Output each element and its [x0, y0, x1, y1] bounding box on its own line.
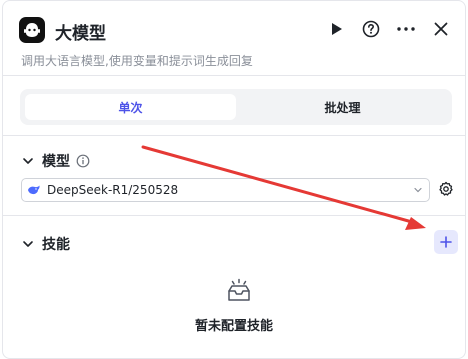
info-icon[interactable] [76, 154, 90, 168]
help-icon[interactable] [359, 17, 383, 41]
chevron-down-icon[interactable] [21, 154, 35, 168]
model-select[interactable]: DeepSeek-R1/250528 [21, 178, 430, 202]
deepseek-whale-icon [28, 185, 40, 195]
tab-single[interactable]: 单次 [25, 94, 236, 120]
skills-section-header[interactable]: 技能 [21, 234, 70, 254]
chevron-down-icon[interactable] [21, 237, 35, 251]
panel-header: 大模型 [3, 1, 465, 51]
mode-tabs: 单次 批处理 [20, 89, 452, 125]
robot-logo-icon [19, 17, 45, 43]
add-skill-button[interactable] [434, 230, 458, 254]
model-section-title: 模型 [42, 154, 70, 170]
empty-skills-text: 暂未配置技能 [194, 319, 273, 334]
model-select-value: DeepSeek-R1/250528 [47, 183, 179, 197]
chevron-down-icon [414, 187, 422, 193]
empty-inbox-icon [228, 278, 250, 301]
tab-batch[interactable]: 批处理 [237, 94, 448, 120]
model-section-header[interactable]: 模型 [21, 151, 90, 171]
llm-node-panel: 大模型 调用大语言模型,使用变量和提示词生成回复 单次 批处理 模型 DeepS… [2, 0, 466, 359]
close-icon[interactable] [429, 17, 453, 41]
plus-icon [440, 236, 452, 248]
settings-icon[interactable] [438, 181, 454, 197]
more-icon[interactable] [394, 17, 418, 41]
divider [3, 215, 465, 216]
play-icon[interactable] [325, 17, 349, 41]
skills-section-title: 技能 [42, 237, 70, 253]
node-description: 调用大语言模型,使用变量和提示词生成回复 [21, 54, 253, 68]
divider [3, 135, 465, 136]
node-title: 大模型 [55, 24, 106, 44]
divider [3, 75, 465, 76]
